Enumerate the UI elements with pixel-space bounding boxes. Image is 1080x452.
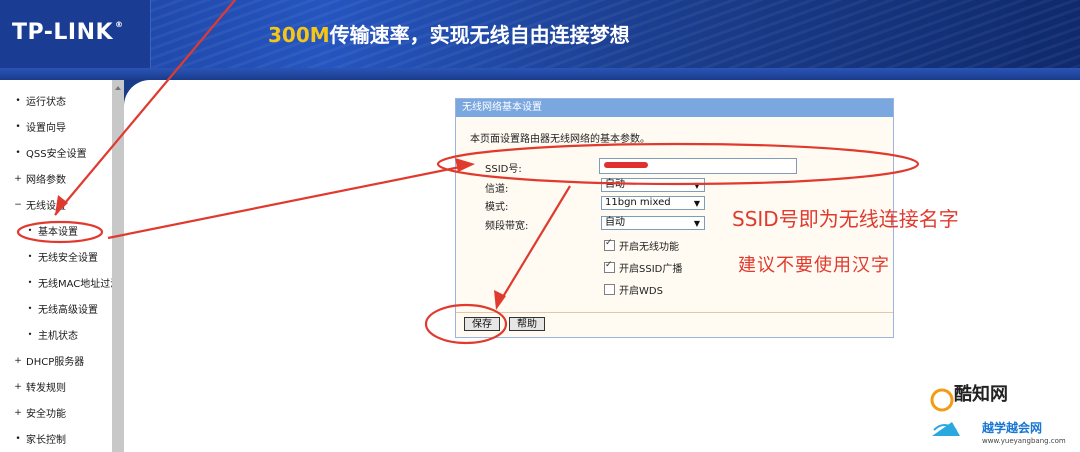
dropdown-arrow-icon: ▼ — [693, 219, 700, 228]
mode-label: 模式: — [485, 202, 509, 213]
checkbox-checked-icon[interactable] — [604, 260, 615, 273]
brand-registered-mark: ® — [115, 20, 124, 29]
bullet-icon: • — [27, 278, 33, 287]
sidebar-item-label: 无线MAC地址过滤 — [38, 279, 121, 290]
brand-name: TP-LINK — [12, 20, 114, 45]
bullet-icon: + — [14, 381, 22, 392]
bullet-icon: • — [15, 121, 21, 132]
sidebar-item-11[interactable]: + DHCP服务器 — [14, 353, 85, 369]
bandwidth-value: 自动 — [605, 217, 625, 228]
ssid-label: SSID号: — [485, 164, 522, 175]
channel-value: 自动 — [605, 179, 625, 190]
enable-wds-checkbox[interactable]: 开启WDS — [604, 282, 663, 297]
sidebar-item-label: 无线高级设置 — [38, 305, 98, 316]
scroll-up-icon[interactable] — [115, 86, 121, 90]
bullet-icon: • — [15, 433, 21, 444]
brand-logo: TP-LINK ® — [12, 20, 124, 45]
watermark-url: www.yueyangbang.com — [982, 437, 1066, 445]
sidebar-item-label: 家长控制 — [26, 435, 66, 446]
bullet-icon: • — [27, 252, 33, 261]
watermark-site-subname: 越学越会网 — [982, 421, 1043, 435]
help-button[interactable]: 帮助 — [509, 317, 545, 331]
dropdown-arrow-icon: ▼ — [693, 199, 700, 208]
sidebar-item-5[interactable]: − 无线设置 — [14, 197, 66, 213]
sidebar-item-label: 运行状态 — [26, 97, 66, 108]
sidebar-item-6[interactable]: • 基本设置 — [26, 223, 78, 238]
sidebar-item-label: 无线安全设置 — [38, 253, 98, 264]
header-bottom-bar — [0, 68, 1080, 80]
sidebar-item-label: DHCP服务器 — [26, 357, 85, 368]
bullet-icon: + — [14, 173, 22, 184]
sidebar-item-label: 转发规则 — [26, 383, 66, 394]
bullet-icon: • — [27, 226, 33, 235]
bullet-icon: • — [15, 147, 21, 158]
bullet-icon: + — [14, 407, 22, 418]
sidebar-item-10[interactable]: • 主机状态 — [26, 327, 78, 342]
enable-ssid-broadcast-checkbox[interactable]: 开启SSID广播 — [604, 260, 682, 275]
logo-box: TP-LINK ® — [0, 0, 151, 68]
watermark-site-name: 酷知网 — [954, 384, 1008, 405]
header-slogan: 300M传输速率，实现无线自由连接梦想 — [268, 19, 630, 48]
sidebar-scrollbar[interactable] — [112, 80, 124, 452]
mode-value: 11bgn mixed — [605, 197, 671, 208]
sidebar-item-label: 主机状态 — [38, 331, 78, 342]
bullet-icon: + — [14, 355, 22, 366]
panel-description: 本页面设置路由器无线网络的基本参数。 — [470, 134, 650, 145]
checkbox-label: 开启无线功能 — [619, 242, 679, 253]
ssid-redaction-mark — [604, 162, 648, 168]
checkbox-label: 开启WDS — [619, 286, 663, 297]
sidebar-item-2[interactable]: • 设置向导 — [14, 119, 66, 135]
checkbox-unchecked-icon[interactable] — [604, 284, 615, 295]
sidebar-item-9[interactable]: • 无线高级设置 — [26, 301, 98, 316]
channel-select[interactable]: 自动 ▼ — [601, 178, 705, 192]
sidebar-item-1[interactable]: • 运行状态 — [14, 93, 66, 109]
sidebar-item-label: 安全功能 — [26, 409, 66, 420]
sidebar: • 运行状态 • 设置向导 • QSS安全设置 + 网络参数 − 无线设置 • 基本设置 • 无线安全设置… — [0, 80, 122, 452]
header-banner: TP-LINK ® 300M传输速率，实现无线自由连接梦想 — [0, 0, 1080, 68]
checkbox-label: 开启SSID广播 — [619, 264, 683, 275]
annotation-no-chinese-advice: 建议不要使用汉字 — [738, 255, 890, 276]
sidebar-item-label: QSS安全设置 — [26, 149, 87, 160]
slogan-text: 传输速率，实现无线自由连接梦想 — [329, 23, 630, 47]
panel-divider — [456, 312, 893, 313]
dropdown-arrow-icon: ▼ — [693, 181, 700, 190]
bullet-icon: • — [15, 95, 21, 106]
sidebar-item-12[interactable]: + 转发规则 — [14, 379, 66, 395]
checkbox-checked-icon[interactable] — [604, 238, 615, 251]
sidebar-item-label: 设置向导 — [26, 123, 66, 134]
channel-label: 信道: — [485, 184, 509, 195]
save-button[interactable]: 保存 — [464, 317, 500, 331]
bandwidth-select[interactable]: 自动 ▼ — [601, 216, 705, 230]
bullet-icon: • — [27, 330, 33, 339]
sidebar-item-label: 网络参数 — [26, 175, 66, 186]
sidebar-item-13[interactable]: + 安全功能 — [14, 405, 66, 421]
bandwidth-label: 频段带宽: — [485, 221, 529, 232]
sidebar-item-3[interactable]: • QSS安全设置 — [14, 145, 87, 161]
slogan-speed: 300M — [268, 23, 330, 47]
enable-wireless-checkbox[interactable]: 开启无线功能 — [604, 238, 679, 253]
annotation-ssid-explanation: SSID号即为无线连接名字 — [732, 207, 959, 231]
sidebar-item-7[interactable]: • 无线安全设置 — [26, 249, 98, 264]
sidebar-item-8[interactable]: • 无线MAC地址过滤 — [26, 275, 121, 290]
sidebar-item-14[interactable]: • 家长控制 — [14, 431, 66, 447]
bullet-icon: • — [27, 304, 33, 313]
sidebar-item-label: 无线设置 — [26, 201, 66, 212]
panel-title: 无线网络基本设置 — [456, 99, 893, 117]
bullet-icon: − — [14, 199, 22, 210]
mode-select[interactable]: 11bgn mixed ▼ — [601, 196, 705, 210]
sidebar-item-4[interactable]: + 网络参数 — [14, 171, 66, 187]
sidebar-item-label: 基本设置 — [38, 227, 78, 238]
